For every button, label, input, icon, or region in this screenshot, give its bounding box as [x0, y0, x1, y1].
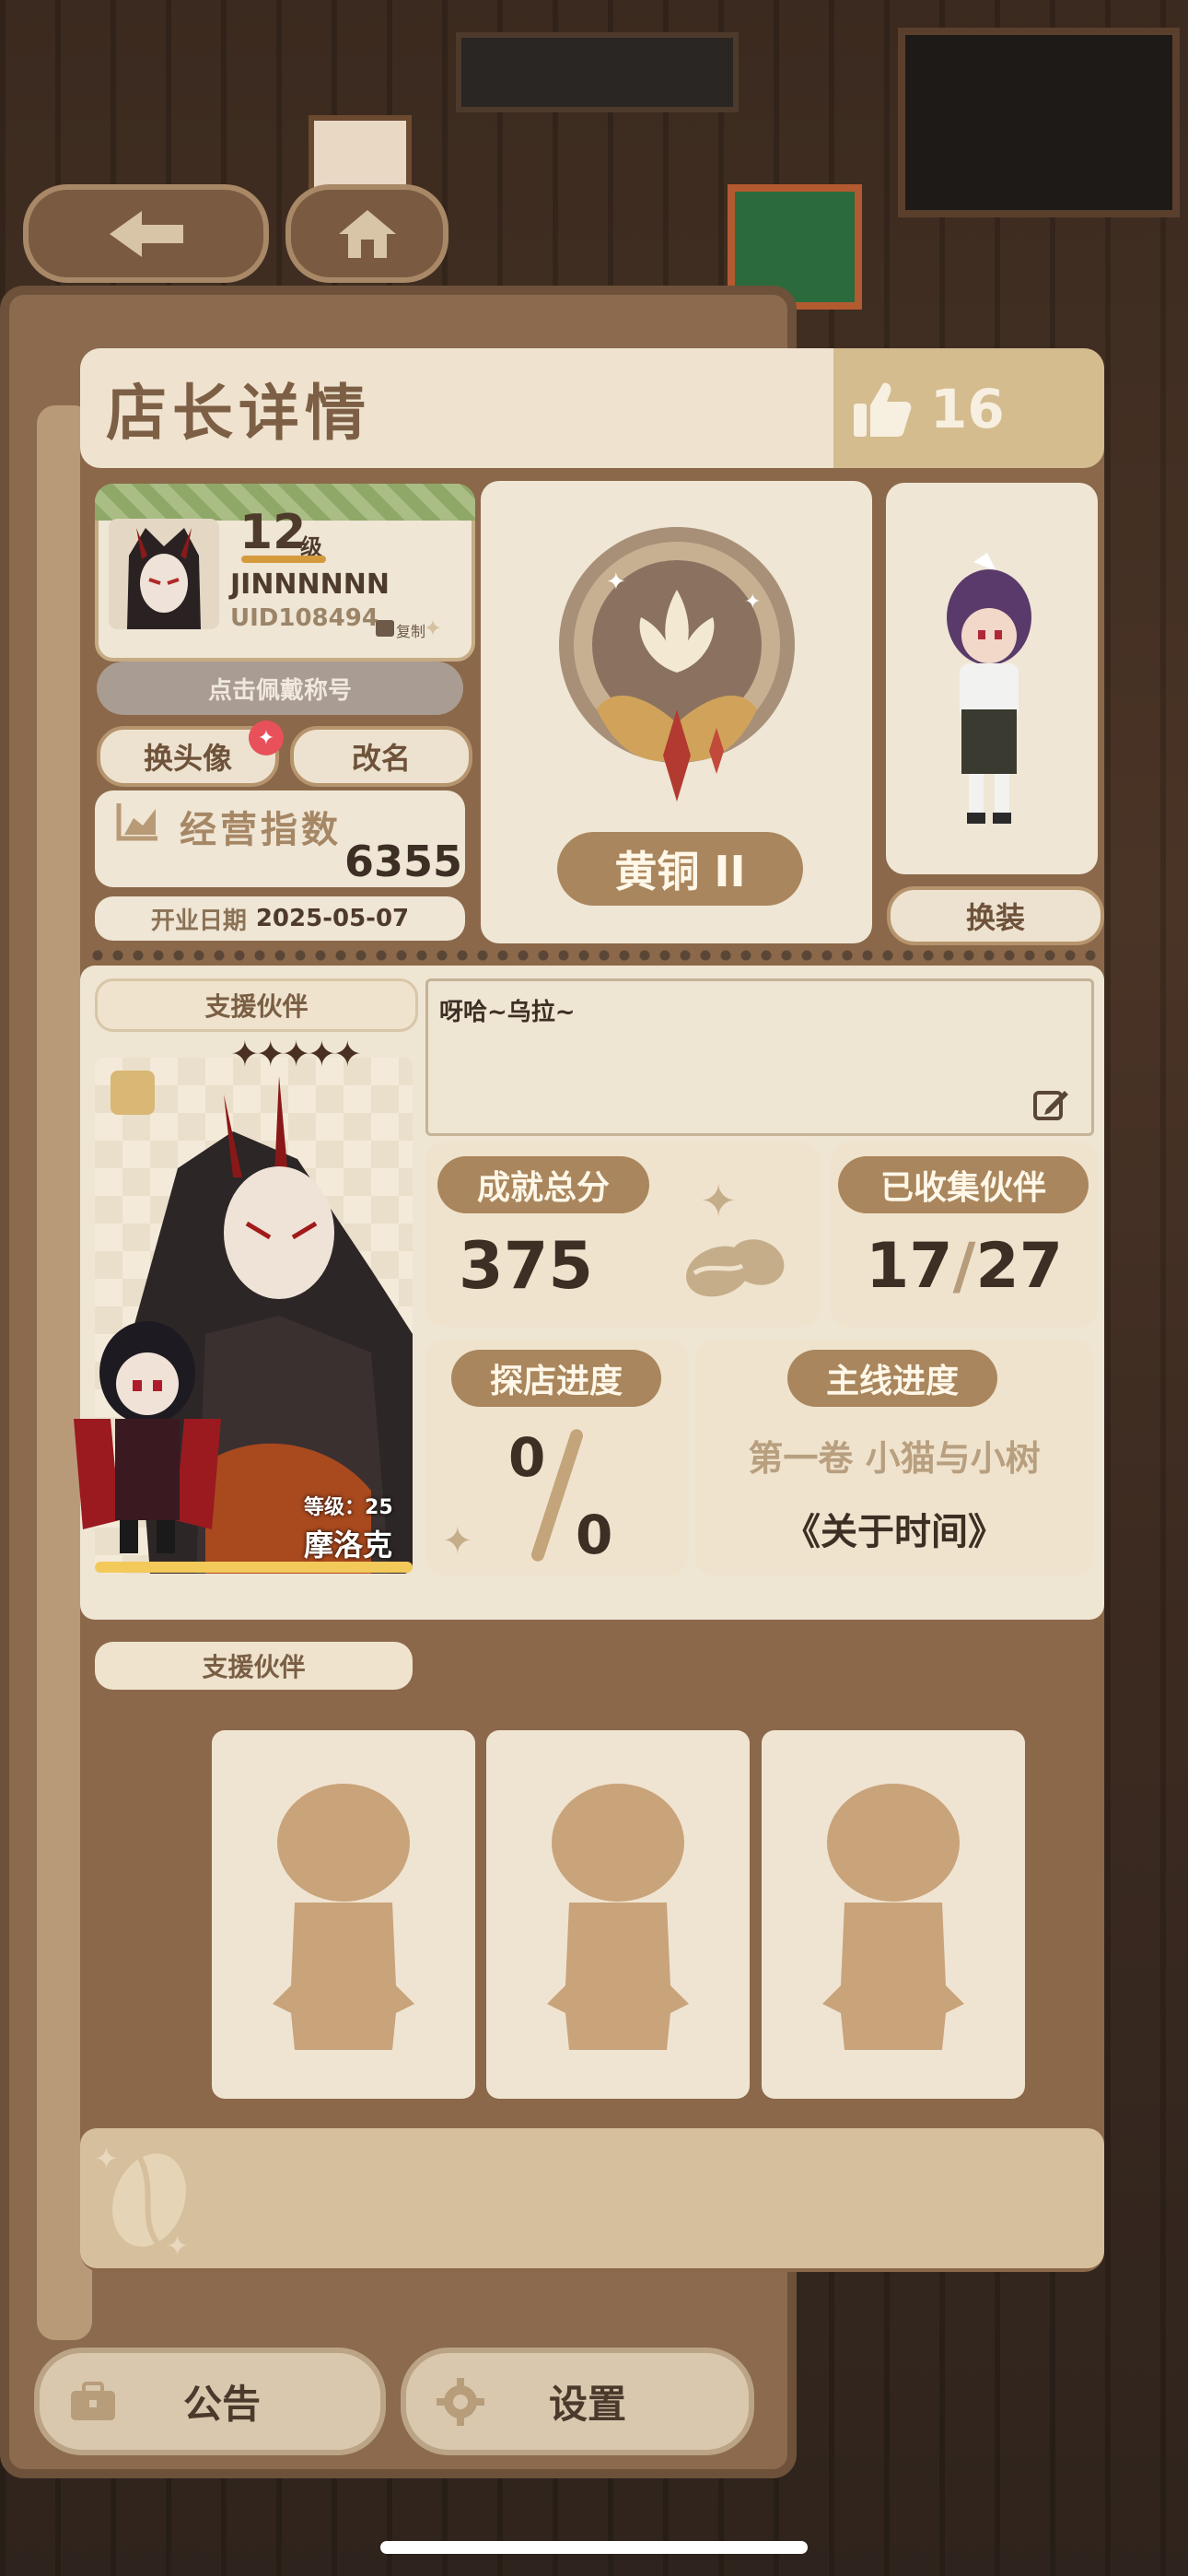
signature-text: 呀哈~乌拉~ — [439, 999, 576, 1026]
explore-progress-value: 0 — [508, 1426, 546, 1489]
player-uid: UID108494 — [230, 604, 379, 632]
silhouette-icon — [822, 1784, 964, 2050]
chart-icon — [116, 803, 157, 841]
achievement-value: 375 — [459, 1228, 594, 1304]
collected-value: 17 — [865, 1230, 953, 1303]
support-partner-header: 支援伙伴 — [95, 978, 418, 1032]
like-count: 16 — [930, 378, 1005, 440]
avatar-portrait — [109, 519, 219, 629]
wear-title-button[interactable]: 点击佩戴称号 — [97, 662, 463, 715]
svg-text:✦: ✦ — [94, 2141, 119, 2176]
player-name: JINNNNNN — [230, 568, 390, 601]
thumbs-up-icon — [854, 382, 912, 437]
notification-dot-icon: ✦ — [249, 720, 284, 755]
rank-name-badge: 黄铜 II — [557, 832, 803, 906]
home-icon — [338, 209, 396, 258]
home-indicator[interactable] — [380, 2541, 808, 2554]
collected-separator: / — [952, 1230, 976, 1303]
section-divider — [87, 949, 1101, 962]
settings-button[interactable]: 设置 — [401, 2348, 754, 2455]
partner-level-value: 25 — [365, 1496, 393, 1519]
coffee-bean-panel — [80, 2128, 1104, 2268]
silhouette-icon — [547, 1784, 689, 2050]
svg-text:✦: ✦ — [606, 568, 626, 596]
main-story-label: 主线进度 — [787, 1350, 997, 1407]
explore-progress-label: 探店进度 — [451, 1350, 661, 1407]
coffee-beans-icon: ✦ — [686, 1176, 785, 1297]
partner-name: 摩洛克 — [304, 1528, 393, 1563]
business-index-value: 6355 — [344, 837, 462, 886]
back-button[interactable] — [23, 184, 269, 283]
explore-progress-total: 0 — [576, 1504, 613, 1566]
partner-rarity-bar — [95, 1562, 413, 1573]
home-button[interactable] — [285, 184, 448, 283]
partner-chibi-sprite — [74, 1321, 221, 1553]
gear-icon — [436, 2377, 484, 2426]
main-story-episode: 《关于时间》 — [784, 1511, 1005, 1553]
settings-label: 设置 — [548, 2382, 626, 2427]
partner-star-rating: ✦✦✦✦✦ — [230, 1034, 362, 1074]
copy-icon — [376, 620, 394, 637]
open-date-label: 开业日期 — [150, 907, 247, 935]
edit-icon[interactable] — [1033, 1087, 1070, 1120]
svg-text:✦: ✦ — [700, 1176, 737, 1227]
svg-text:✦: ✦ — [744, 591, 761, 614]
rename-button[interactable]: 改名 — [290, 726, 472, 787]
sparkle-icon: ✦ — [424, 615, 443, 641]
bronze-rank-emblem-icon: ✦ ✦ — [559, 527, 795, 802]
business-index-label: 经营指数 — [180, 809, 342, 851]
coffee-bean-icon: ✦ ✦ — [94, 2141, 189, 2260]
sparkle-icon: ✦ — [442, 1520, 473, 1563]
briefcase-icon — [70, 2381, 115, 2420]
dress-up-button[interactable]: 换装 — [887, 886, 1104, 945]
page-title: 店长详情 — [106, 378, 371, 449]
open-date-bar: 开业日期 2025-05-07 — [95, 896, 465, 941]
partner-level: 等级：25 — [304, 1491, 393, 1520]
collected-partners-count: 17/27 — [831, 1230, 1098, 1303]
open-date-value: 2025-05-07 — [255, 905, 410, 932]
partner-attribute-icon — [111, 1071, 155, 1115]
copy-button[interactable]: 复制 — [396, 619, 425, 641]
main-story-chapter: 第一卷 小猫与小树 — [748, 1438, 1041, 1479]
achievement-label: 成就总分 — [437, 1156, 649, 1213]
avatar[interactable] — [109, 519, 219, 629]
partner-level-label: 等级： — [304, 1496, 366, 1519]
scene-window — [898, 28, 1180, 217]
arrow-left-icon — [109, 210, 183, 257]
svg-text:✦: ✦ — [166, 2231, 189, 2260]
collected-total: 27 — [975, 1230, 1064, 1303]
notice-button[interactable]: 公告 — [34, 2348, 386, 2455]
support-partner-header-2: 支援伙伴 — [95, 1642, 413, 1690]
collected-partners-label: 已收集伙伴 — [838, 1156, 1089, 1213]
notice-label: 公告 — [182, 2382, 261, 2427]
level-progress-bar — [241, 556, 326, 563]
scene-menu-board — [456, 32, 739, 112]
character-sprite — [947, 553, 1031, 824]
level-number: 12 — [239, 505, 307, 560]
silhouette-icon — [273, 1784, 414, 2050]
